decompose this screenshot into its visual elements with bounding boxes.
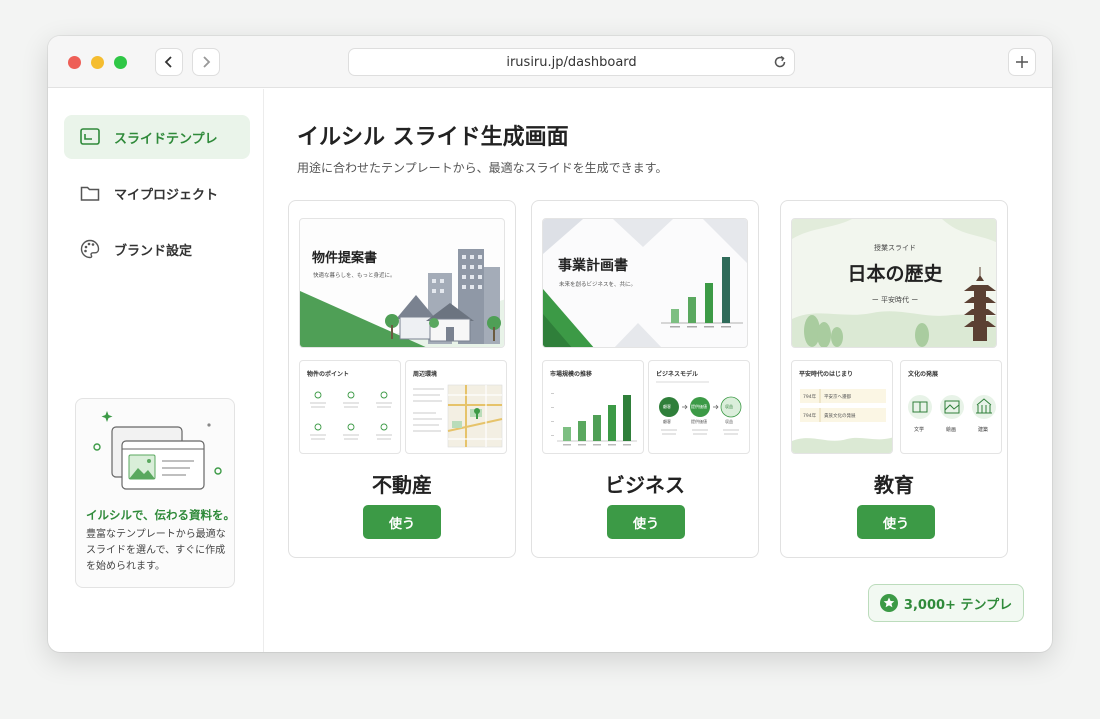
flow-step-label: 収益 xyxy=(725,404,733,409)
slide-preview[interactable]: ビジネスモデル 顧客 提供価値 収益 顧客 提供価値 収益 xyxy=(648,360,750,454)
template-count-badge[interactable]: 3,000+ テンプレ xyxy=(868,584,1024,622)
sidebar-item-brand-settings[interactable]: ブランド設定 xyxy=(64,227,250,271)
use-template-button-education[interactable]: 使う xyxy=(857,505,935,539)
culture-label: 絵画 xyxy=(946,427,957,433)
template-thumbnail[interactable]: 授業スライド 日本の歴史 ー 平安時代 ー xyxy=(791,218,997,348)
sidebar-item-label: ブランド設定 xyxy=(114,243,193,259)
template-thumbnail[interactable]: 物件提案書 快適な暮らしを、もっと身近に。 xyxy=(299,218,505,348)
flow-caption: 収益 xyxy=(725,419,733,424)
slide-preview[interactable]: 市場規模の推移 xyxy=(542,360,644,454)
thumbnail-subtitle: 未来を創るビジネスを、共に。 xyxy=(559,282,637,288)
forward-button[interactable] xyxy=(192,48,220,76)
thumbnail-title: 日本の歴史 xyxy=(847,263,943,285)
maximize-window-button[interactable] xyxy=(114,56,127,69)
thumbnail-title: 物件提案書 xyxy=(312,251,378,266)
plus-icon xyxy=(1016,56,1028,68)
slide-preview[interactable]: 物件のポイント xyxy=(299,360,401,454)
use-template-button-business[interactable]: 使う xyxy=(607,505,685,539)
flow-caption: 提供価値 xyxy=(691,419,707,424)
bar-chart-icon xyxy=(551,393,637,446)
slide-preview[interactable]: 周辺環境 xyxy=(405,360,507,454)
star-icon xyxy=(879,594,898,612)
folder-icon xyxy=(80,186,100,201)
culture-label: 文学 xyxy=(914,427,925,433)
sidebar-item-label: マイプロジェクト xyxy=(114,187,219,203)
promo-description: 豊富なテンプレートから最適なスライドを選んで、すぐに作成を始められます。 xyxy=(86,529,226,572)
use-template-button-real-estate[interactable]: 使う xyxy=(363,505,441,539)
map-icon xyxy=(413,384,503,448)
url-text: irusiru.jp/dashboard xyxy=(506,54,637,70)
template-category: 教育 xyxy=(874,473,914,497)
sidebar-item-slide-templates[interactable]: スライドテンプレ xyxy=(64,115,250,159)
slide-preview[interactable]: 文化の発展 文学 絵画 建築 xyxy=(900,360,1002,454)
chevron-left-icon xyxy=(164,56,172,68)
template-thumbnail[interactable]: 事業計画書 未来を創るビジネスを、共に。 xyxy=(542,218,748,348)
culture-label: 建築 xyxy=(978,427,989,433)
main-content: イルシル スライド生成画面 用途に合わせたテンプレートから、最適なスライドを生成… xyxy=(265,89,1052,652)
slides-illustration-icon xyxy=(93,411,222,490)
browser-window: irusiru.jp/dashboard スライドテンプレ マイプロジェクト ブ… xyxy=(48,36,1052,652)
page-subtitle: 用途に合わせたテンプレートから、最適なスライドを生成できます。 xyxy=(297,161,668,175)
badge-label: 3,000+ テンプレ xyxy=(903,597,1013,613)
promo-card: イルシルで、伝わる資料を。 豊富なテンプレートから最適なスライドを選んで、すぐに… xyxy=(75,398,235,588)
sidebar-item-my-projects[interactable]: マイプロジェクト xyxy=(64,171,250,215)
palette-icon xyxy=(80,239,100,259)
template-category: ビジネス xyxy=(605,473,685,497)
title-bar: irusiru.jp/dashboard xyxy=(48,36,1052,88)
thumbnail-subtitle: ー 平安時代 ー xyxy=(871,296,919,304)
new-tab-button[interactable] xyxy=(1008,48,1036,76)
sidebar: スライドテンプレ マイプロジェクト ブランド設定 イルシルで、伝わる資料を。 豊… xyxy=(48,89,264,652)
flow-step-label: 顧客 xyxy=(663,404,671,409)
template-category: 不動産 xyxy=(372,473,432,497)
close-window-button[interactable] xyxy=(68,56,81,69)
flow-step-label: 提供価値 xyxy=(691,404,707,409)
thumbnail-subtitle: 快適な暮らしを、もっと身近に。 xyxy=(313,273,396,279)
chevron-right-icon xyxy=(203,56,211,68)
city-illustration-icon xyxy=(300,249,504,347)
template-card-education[interactable]: 授業スライド 日本の歴史 ー 平安時代 ー 平安時代のはじまり 794年 平安京… xyxy=(780,200,1008,558)
slides-icon xyxy=(80,128,100,145)
slide-preview[interactable]: 平安時代のはじまり 794年 平安京へ遷都 794年 貴族文化の発展 xyxy=(791,360,893,454)
feature-grid-icon xyxy=(310,391,392,440)
reload-icon[interactable] xyxy=(772,54,788,70)
culture-icons xyxy=(908,395,996,419)
back-button[interactable] xyxy=(155,48,183,76)
flow-caption: 顧客 xyxy=(663,419,671,424)
page-title: イルシル スライド生成画面 xyxy=(297,125,569,150)
hills-icon xyxy=(792,389,892,453)
sidebar-item-label: スライドテンプレ xyxy=(114,131,218,147)
minimize-window-button[interactable] xyxy=(91,56,104,69)
address-bar[interactable]: irusiru.jp/dashboard xyxy=(348,48,795,76)
thumbnail-kicker: 授業スライド xyxy=(874,244,916,252)
promo-title: イルシルで、伝わる資料を。 xyxy=(86,508,236,522)
thumbnail-title: 事業計画書 xyxy=(558,258,628,274)
template-card-real-estate[interactable]: 物件提案書 快適な暮らしを、もっと身近に。 物件のポイント 周辺環境 不動産 使… xyxy=(288,200,516,558)
template-card-business[interactable]: 事業計画書 未来を創るビジネスを、共に。 市場規模の推移 ビジネスモデル 顧客 … xyxy=(531,200,759,558)
